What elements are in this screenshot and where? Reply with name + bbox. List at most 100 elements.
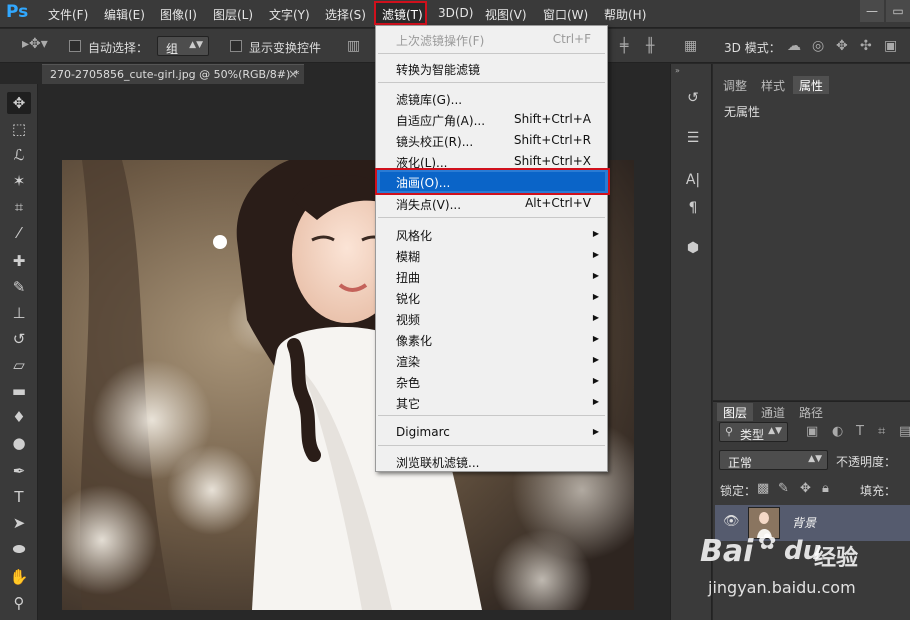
layer-kind-filter-select[interactable]: ⚲ 类型 ▲▼ xyxy=(719,422,788,442)
crop-tool-icon[interactable]: ⌗ xyxy=(7,196,31,218)
3d-rotate-icon[interactable]: ☁ xyxy=(787,38,801,54)
eyedropper-icon[interactable]: ⁄ xyxy=(7,222,31,244)
search-icon: ⚲ xyxy=(725,425,734,438)
menu-window[interactable]: 窗口(W) xyxy=(543,6,588,23)
magic-wand-icon[interactable]: ✶ xyxy=(7,170,31,192)
menuitem-video[interactable]: 视频 xyxy=(396,311,420,328)
3d-roll-icon[interactable]: ◎ xyxy=(812,38,824,54)
auto-select-checkbox[interactable] xyxy=(69,40,81,52)
tab-layers[interactable]: 图层 xyxy=(717,403,754,421)
menuitem-vanishing-point[interactable]: 消失点(V)... xyxy=(396,196,461,213)
zoom-tool-icon[interactable]: ⚲ xyxy=(7,592,31,614)
blend-mode-select[interactable]: 正常 ▲▼ xyxy=(719,450,828,470)
lock-transparent-icon[interactable]: ▩ xyxy=(757,481,769,496)
gradient-tool-icon[interactable]: ▬ xyxy=(7,380,31,402)
healing-brush-icon[interactable]: ✚ xyxy=(7,250,31,272)
auto-align-icon[interactable]: ▦ xyxy=(684,38,697,54)
filter-adjustment-icon[interactable]: ◐ xyxy=(832,424,843,439)
menuitem-distort[interactable]: 扭曲 xyxy=(396,269,420,286)
move-tool-preset-icon[interactable]: ▸✥▾ xyxy=(22,36,48,52)
menuitem-noise[interactable]: 杂色 xyxy=(396,374,420,391)
menuitem-filter-gallery[interactable]: 滤镜库(G)... xyxy=(396,91,462,108)
menu-select[interactable]: 选择(S) xyxy=(325,6,366,23)
shortcut-adaptive-wide-angle: Shift+Ctrl+A xyxy=(514,112,591,126)
minimize-icon[interactable]: — xyxy=(860,0,884,22)
menu-edit[interactable]: 编辑(E) xyxy=(104,6,145,23)
tab-properties[interactable]: 属性 xyxy=(793,76,830,94)
3d-slide-icon[interactable]: ✣ xyxy=(860,38,872,54)
menu-3d[interactable]: 3D(D) xyxy=(438,6,473,20)
maximize-icon[interactable]: ▭ xyxy=(886,0,910,22)
submenu-arrow-icon: ▶ xyxy=(592,292,599,301)
pen-tool-icon[interactable]: ✒ xyxy=(7,460,31,482)
menuitem-sharpen[interactable]: 锐化 xyxy=(396,290,420,307)
menuitem-convert-smart-filters[interactable]: 转换为智能滤镜 xyxy=(396,61,480,78)
menuitem-adaptive-wide-angle[interactable]: 自适应广角(A)... xyxy=(396,112,485,129)
history-panel-icon[interactable]: ↺ xyxy=(683,90,703,110)
shortcut-lens-correction: Shift+Ctrl+R xyxy=(513,133,591,147)
blur-tool-icon[interactable]: ♦ xyxy=(7,406,31,428)
menuitem-render[interactable]: 渲染 xyxy=(396,353,420,370)
menuitem-oil-paint[interactable]: 油画(O)... xyxy=(396,174,450,191)
filter-pixel-icon[interactable]: ▣ xyxy=(806,424,818,439)
type-tool-icon[interactable]: T xyxy=(7,486,31,508)
distribute-icon[interactable]: ╪ xyxy=(620,38,628,54)
filter-smart-object-icon[interactable]: ▤ xyxy=(899,424,910,439)
show-transform-checkbox[interactable] xyxy=(230,40,242,52)
lasso-tool-icon[interactable]: ℒ xyxy=(7,144,31,166)
document-tab[interactable]: 270-2705856_cute-girl.jpg @ 50%(RGB/8#) … xyxy=(42,64,304,84)
menu-layer[interactable]: 图层(L) xyxy=(213,6,253,23)
tab-channels[interactable]: 通道 xyxy=(755,403,791,421)
marquee-tool-icon[interactable]: ⬚ xyxy=(7,118,31,140)
paragraph-panel-icon[interactable]: ¶ xyxy=(683,200,703,220)
menu-type[interactable]: 文字(Y) xyxy=(269,6,310,23)
lock-position-icon[interactable]: ✥ xyxy=(800,481,811,496)
shape-tool-icon[interactable]: ⬬ xyxy=(7,538,31,560)
actions-panel-icon[interactable]: ☰ xyxy=(683,130,703,150)
tab-styles[interactable]: 样式 xyxy=(755,76,791,94)
menuitem-browse-online-filters[interactable]: 浏览联机滤镜... xyxy=(396,454,479,471)
auto-select-label: 自动选择： xyxy=(88,41,149,55)
menu-help[interactable]: 帮助(H) xyxy=(604,6,646,23)
3d-scale-icon[interactable]: ▣ xyxy=(884,38,897,54)
menuitem-other[interactable]: 其它 xyxy=(396,395,420,412)
auto-select-target-select[interactable]: 组 ▲▼ xyxy=(157,36,209,56)
menuitem-digimarc[interactable]: Digimarc xyxy=(396,425,450,439)
move-tool-icon[interactable]: ✥ xyxy=(7,92,31,114)
menuitem-blur[interactable]: 模糊 xyxy=(396,248,420,265)
stamp-tool-icon[interactable]: ⊥ xyxy=(7,302,31,324)
3d-panel-icon[interactable]: ⬢ xyxy=(683,240,703,260)
filter-shape-icon[interactable]: ⌗ xyxy=(878,424,885,439)
brush-tool-icon[interactable]: ✎ xyxy=(7,276,31,298)
paw-icon: ✿ xyxy=(758,530,777,555)
close-tab-icon[interactable]: × xyxy=(288,67,298,81)
menuitem-last-filter[interactable]: 上次滤镜操作(F) xyxy=(396,32,484,49)
fill-label: 填充： xyxy=(860,484,897,498)
watermark-url: jingyan.baidu.com xyxy=(708,578,856,597)
align-top-icon[interactable]: ▥ xyxy=(347,38,360,54)
menu-filter[interactable]: 滤镜(T) xyxy=(374,1,427,25)
character-panel-icon[interactable]: A| xyxy=(683,172,703,192)
lock-image-icon[interactable]: ✎ xyxy=(778,481,789,496)
menu-image[interactable]: 图像(I) xyxy=(160,6,197,23)
history-brush-icon[interactable]: ↺ xyxy=(7,328,31,350)
3d-pan-icon[interactable]: ✥ xyxy=(836,38,848,54)
menuitem-pixelate[interactable]: 像素化 xyxy=(396,332,432,349)
menuitem-stylize[interactable]: 风格化 xyxy=(396,227,432,244)
filter-type-icon[interactable]: T xyxy=(856,424,864,439)
menu-view[interactable]: 视图(V) xyxy=(485,6,527,23)
path-select-icon[interactable]: ➤ xyxy=(7,512,31,534)
menu-file[interactable]: 文件(F) xyxy=(48,6,88,23)
lock-all-icon[interactable]: 🔒︎ xyxy=(822,481,829,496)
eraser-tool-icon[interactable]: ▱ xyxy=(7,354,31,376)
submenu-arrow-icon: ▶ xyxy=(592,355,599,364)
hand-tool-icon[interactable]: ✋ xyxy=(7,566,31,588)
distribute-h-icon[interactable]: ╫ xyxy=(646,38,654,54)
dodge-tool-icon[interactable]: ● xyxy=(7,432,31,454)
filter-dropdown-menu: 上次滤镜操作(F) Ctrl+F 转换为智能滤镜 滤镜库(G)... 自适应广角… xyxy=(375,25,610,472)
opacity-label: 不透明度： xyxy=(836,455,897,469)
menuitem-lens-correction[interactable]: 镜头校正(R)... xyxy=(396,133,473,150)
tab-paths[interactable]: 路径 xyxy=(793,403,829,421)
collapse-panels-icon[interactable]: » xyxy=(675,66,680,75)
tab-adjustments[interactable]: 调整 xyxy=(717,76,753,94)
